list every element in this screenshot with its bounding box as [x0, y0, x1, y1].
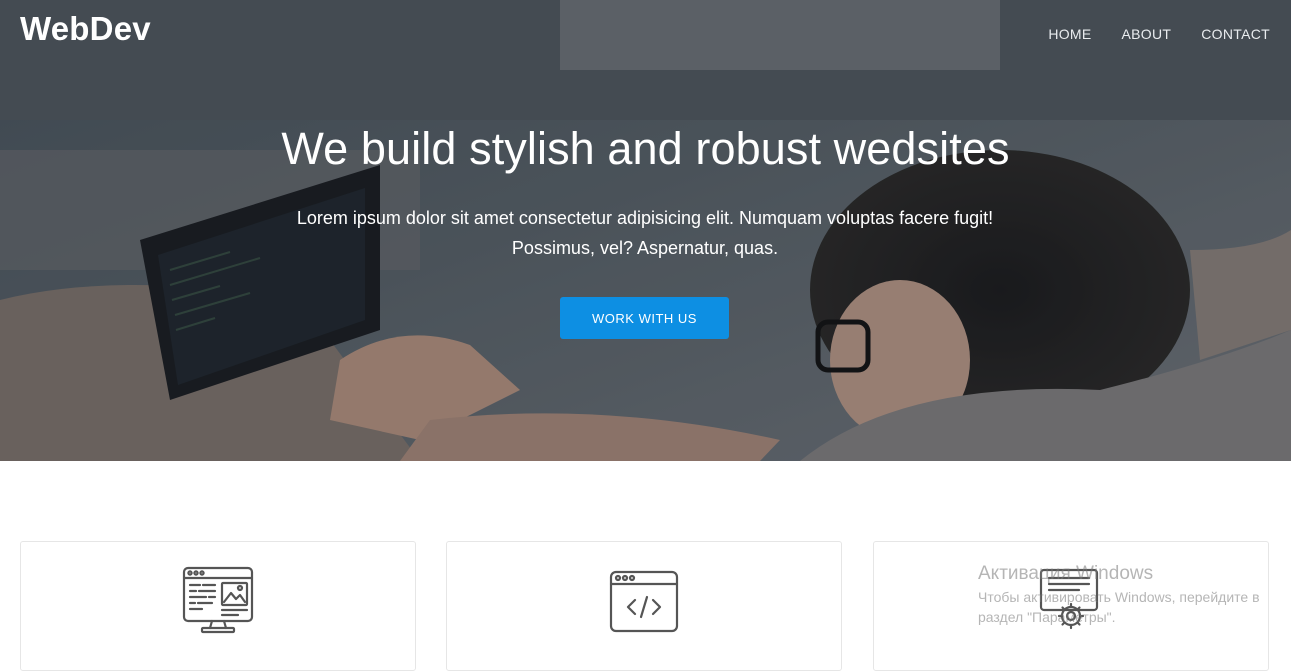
nav-link-contact[interactable]: CONTACT — [1201, 26, 1270, 42]
settings-document-icon — [1039, 568, 1099, 630]
hero-title: We build stylish and robust wedsites — [281, 123, 1010, 174]
service-card-development — [446, 541, 842, 671]
code-window-icon — [609, 570, 679, 633]
hero-section: WebDev HOME ABOUT CONTACT We build styli… — [0, 0, 1291, 461]
nav-link-about[interactable]: ABOUT — [1122, 26, 1172, 42]
main-nav: HOME ABOUT CONTACT — [1048, 26, 1291, 42]
service-card-support — [873, 541, 1269, 671]
work-with-us-button[interactable]: WORK WITH US — [560, 297, 729, 339]
hero-subtitle-line-2: Possimus, vel? Aspernatur, quas. — [511, 238, 779, 258]
web-design-monitor-icon — [182, 566, 254, 634]
hero-subtitle: Lorem ipsum dolor sit amet consectetur a… — [245, 203, 1045, 263]
service-card-design — [20, 541, 416, 671]
hero-subtitle-line-1: Lorem ipsum dolor sit amet consectetur a… — [296, 208, 994, 228]
nav-link-home[interactable]: HOME — [1048, 26, 1091, 42]
brand-logo[interactable]: WebDev — [20, 10, 151, 48]
